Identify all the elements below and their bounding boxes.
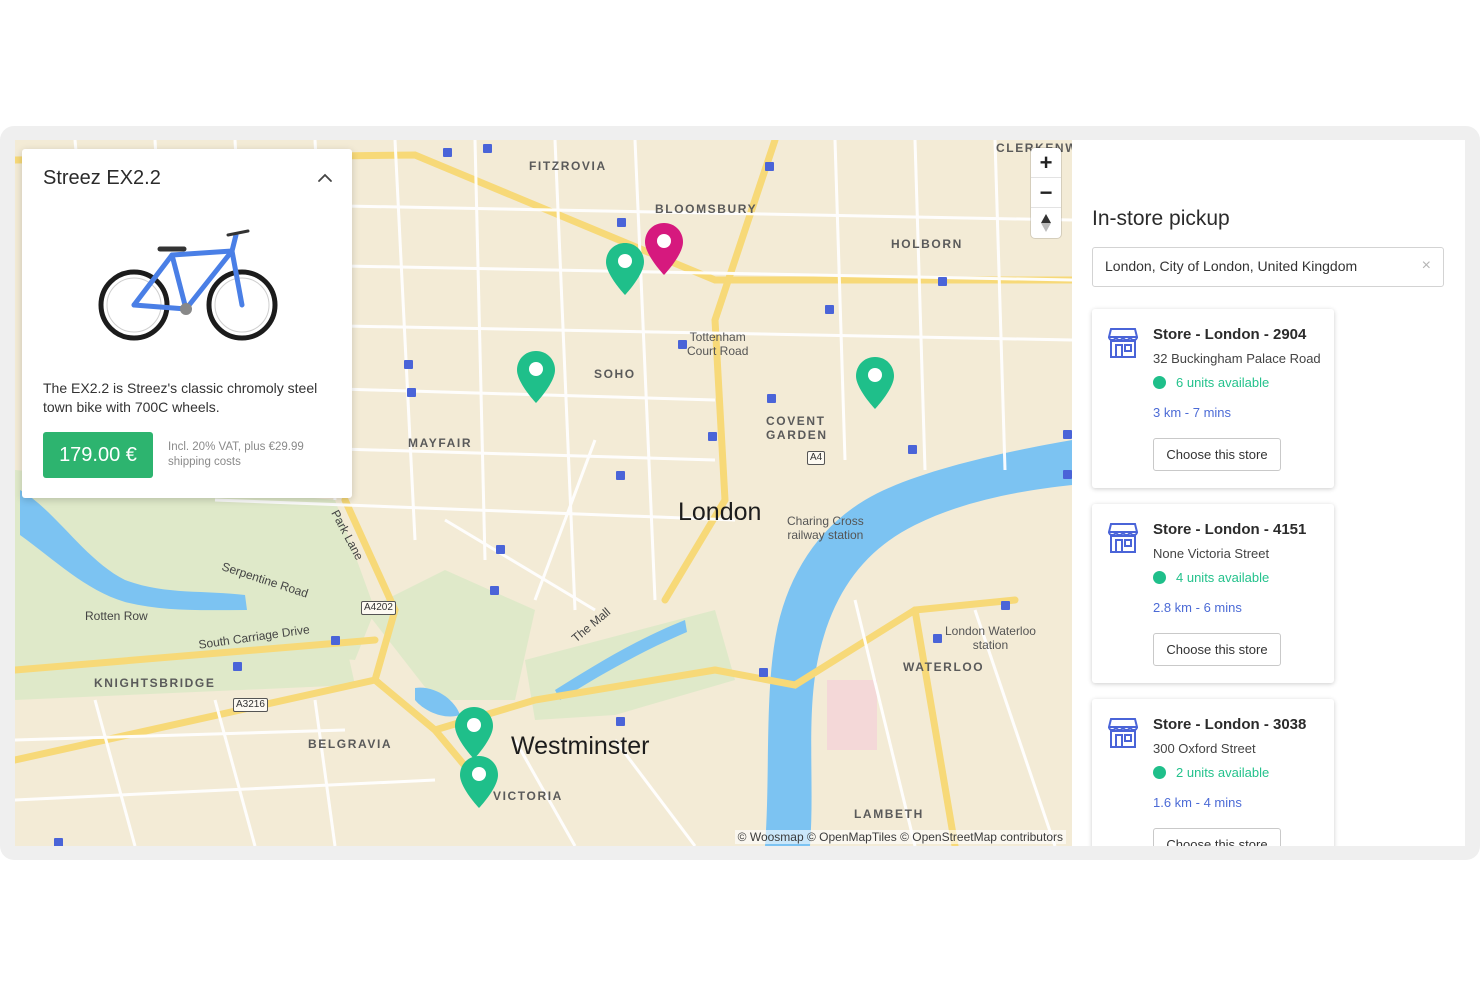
road-number-badge: A4 <box>807 451 826 465</box>
store-availability: 6 units available <box>1153 375 1269 390</box>
road-number-badge: A3216 <box>233 698 268 712</box>
store-pin[interactable] <box>516 350 556 404</box>
store-icon <box>1108 328 1138 358</box>
place-label-charing-cross: Charing Cross railway station <box>787 514 864 542</box>
vat-note: Incl. 20% VAT, plus €29.99 shipping cost… <box>168 441 304 468</box>
store-address: None Victoria Street <box>1153 546 1270 561</box>
store-card: Store - London - 2904 32 Buckingham Pala… <box>1092 309 1334 488</box>
product-description: The EX2.2 is Streez's classic chromoly s… <box>43 380 318 415</box>
clear-icon[interactable]: × <box>1422 257 1431 275</box>
place-label-tottenham: Tottenham Court Road <box>687 330 749 358</box>
store-availability: 2 units available <box>1153 765 1269 780</box>
store-distance: 3 km - 7 mins <box>1153 405 1232 420</box>
panel-heading: In-store pickup <box>1092 207 1230 230</box>
store-card: Store - London - 4151 None Victoria Stre… <box>1092 504 1334 683</box>
district-label: BELGRAVIA <box>308 737 393 751</box>
map-attribution[interactable]: © Woosmap © OpenMapTiles © OpenStreetMap… <box>734 830 1066 844</box>
availability-text: 4 units available <box>1176 570 1270 585</box>
store-address: 32 Buckingham Palace Road <box>1153 351 1321 366</box>
compass-button[interactable] <box>1031 208 1061 238</box>
map-zoom-controls: + − <box>1031 148 1061 238</box>
district-label: COVENT <box>766 414 826 428</box>
city-label-london: London <box>678 498 762 526</box>
zoom-out-button[interactable]: − <box>1031 178 1061 208</box>
availability-text: 2 units available <box>1176 765 1270 780</box>
chevron-up-icon[interactable] <box>316 169 334 187</box>
compass-icon <box>1041 214 1051 232</box>
store-distance: 1.6 km - 4 mins <box>1153 795 1242 810</box>
store-icon <box>1108 718 1138 748</box>
pickup-panel: In-store pickup × Store - London - 2904 … <box>1072 140 1465 846</box>
store-availability: 4 units available <box>1153 570 1269 585</box>
availability-text: 6 units available <box>1176 375 1270 390</box>
district-label: FITZROVIA <box>529 159 607 173</box>
product-title: Streez EX2.2 <box>43 167 161 189</box>
store-address: 300 Oxford Street <box>1153 741 1256 756</box>
place-label-waterloo-station: London Waterloo station <box>945 624 1036 652</box>
district-label: BLOOMSBURY <box>655 202 758 216</box>
district-label: WATERLOO <box>903 660 985 674</box>
city-label-westminster: Westminster <box>511 732 650 760</box>
product-card: Streez EX2.2 The EX2.2 is Streez's class… <box>22 149 352 498</box>
store-pin[interactable] <box>855 356 895 410</box>
location-search: × <box>1092 247 1444 287</box>
district-label: MAYFAIR <box>408 436 473 450</box>
choose-store-button[interactable]: Choose this store <box>1153 438 1281 471</box>
store-name: Store - London - 3038 <box>1153 716 1307 733</box>
district-label: KNIGHTSBRIDGE <box>94 676 216 690</box>
availability-dot-icon <box>1153 571 1166 584</box>
road-label: Rotten Row <box>85 609 148 623</box>
store-name: Store - London - 4151 <box>1153 521 1307 538</box>
store-distance: 2.8 km - 6 mins <box>1153 600 1242 615</box>
district-label: LAMBETH <box>854 807 924 821</box>
zoom-in-button[interactable]: + <box>1031 148 1061 178</box>
product-price: 179.00 € <box>43 432 153 478</box>
location-search-input[interactable] <box>1105 258 1405 274</box>
choose-store-button[interactable]: Choose this store <box>1153 828 1281 846</box>
store-pin[interactable] <box>459 755 499 809</box>
bike-image <box>98 229 278 341</box>
road-number-badge: A4202 <box>361 601 396 615</box>
district-label: HOLBORN <box>891 237 963 251</box>
availability-dot-icon <box>1153 766 1166 779</box>
store-pin[interactable] <box>605 242 645 296</box>
choose-store-button[interactable]: Choose this store <box>1153 633 1281 666</box>
store-name: Store - London - 2904 <box>1153 326 1307 343</box>
availability-dot-icon <box>1153 376 1166 389</box>
store-pin[interactable] <box>454 706 494 760</box>
store-card: Store - London - 3038 300 Oxford Street … <box>1092 699 1334 846</box>
district-label: GARDEN <box>766 428 828 442</box>
district-label: VICTORIA <box>493 789 563 803</box>
district-label: SOHO <box>594 367 636 381</box>
store-icon <box>1108 523 1138 553</box>
selected-location-pin[interactable] <box>644 222 684 276</box>
